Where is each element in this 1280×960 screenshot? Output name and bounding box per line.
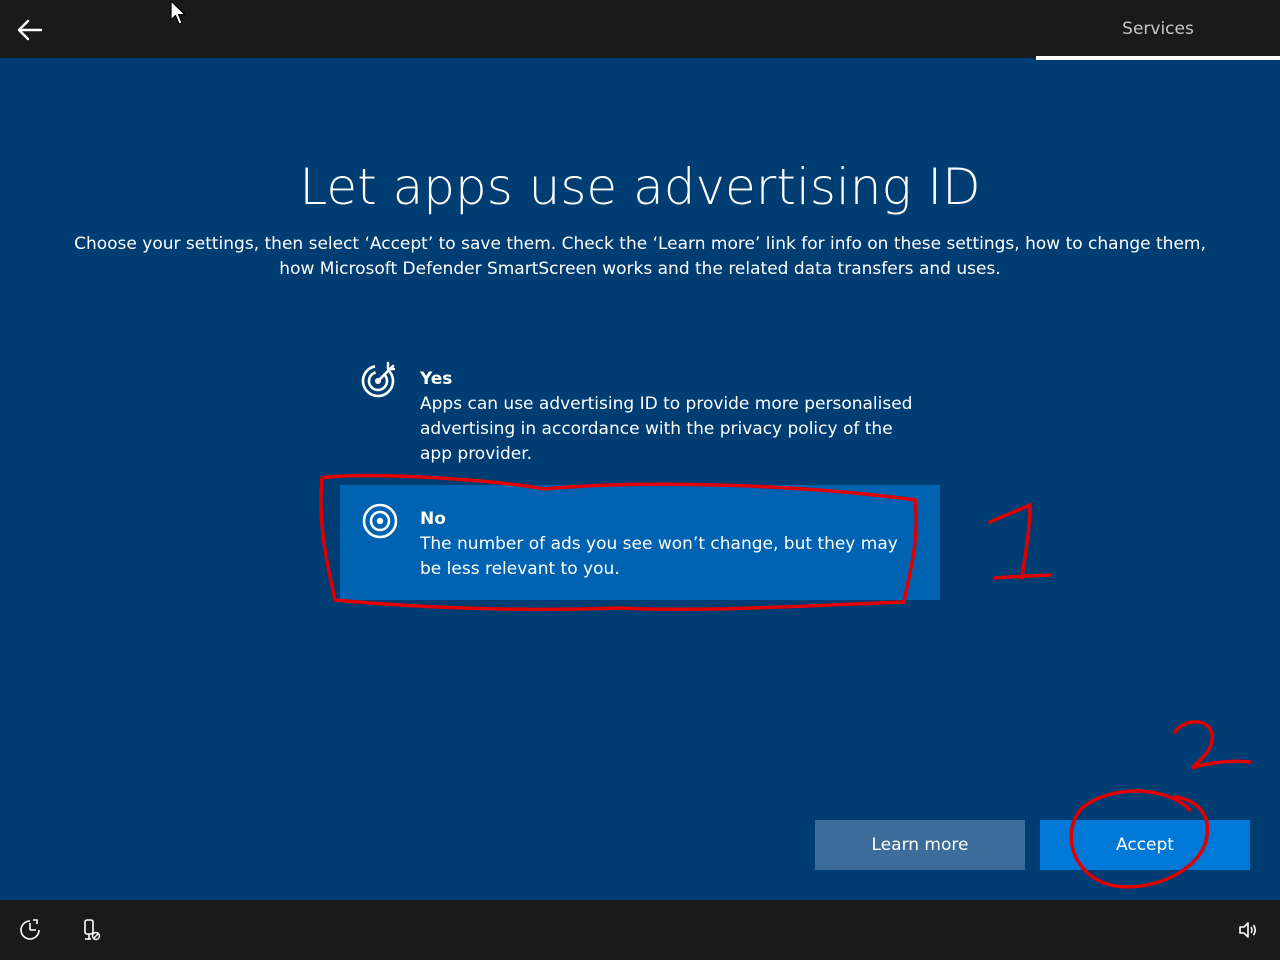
option-yes-label: Yes — [420, 369, 453, 389]
top-bar: Services — [0, 0, 1280, 58]
option-no-description: The number of ads you see won’t change, … — [420, 534, 898, 579]
learn-more-button[interactable]: Learn more — [815, 820, 1025, 870]
mouse-cursor-icon — [170, 0, 186, 25]
target-arrow-icon — [361, 361, 396, 398]
page-title: Let apps use advertising ID — [299, 158, 981, 216]
tab-services: Services — [1122, 19, 1194, 39]
back-button[interactable] — [12, 12, 48, 48]
accept-button[interactable]: Accept — [1040, 820, 1250, 870]
volume-icon[interactable] — [1236, 918, 1260, 942]
microphone-icon[interactable] — [79, 918, 103, 942]
option-yes-description: Apps can use advertising ID to provide m… — [420, 394, 913, 464]
main-content: Let apps use advertising ID Choose your … — [0, 60, 1280, 900]
back-arrow-icon — [17, 19, 43, 41]
option-yes[interactable]: Yes Apps can use advertising ID to provi… — [340, 355, 940, 470]
target-icon — [362, 503, 398, 539]
bottom-bar — [0, 900, 1280, 960]
option-no-label: No — [420, 509, 446, 529]
option-no[interactable]: No The number of ads you see won’t chang… — [340, 485, 940, 600]
ease-of-access-icon[interactable] — [18, 918, 42, 942]
page-subtitle: Choose your settings, then select ‘Accep… — [74, 234, 1206, 279]
